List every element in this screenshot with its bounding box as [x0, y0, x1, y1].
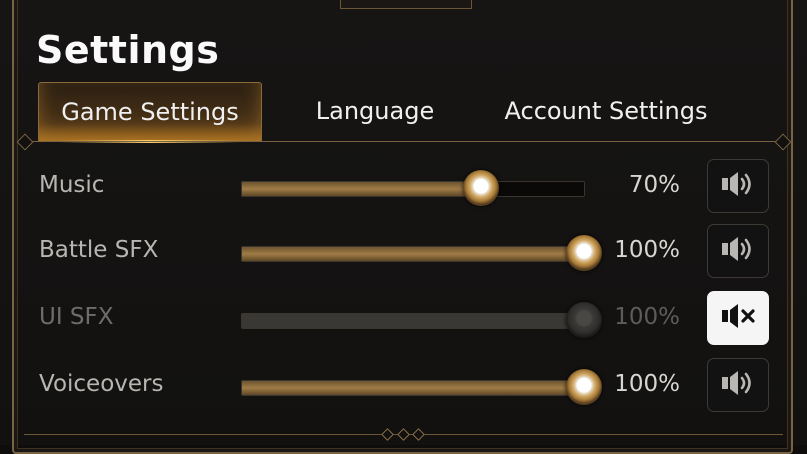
- speaker-icon: [720, 169, 756, 203]
- speaker-icon: [720, 234, 756, 268]
- tab-divider: [24, 141, 783, 142]
- slider-fill: [242, 381, 584, 395]
- slider-fill: [242, 247, 584, 261]
- slider-fill: [242, 182, 482, 196]
- tab-game-settings[interactable]: Game Settings: [38, 82, 262, 143]
- setting-value: 100%: [614, 371, 680, 397]
- speaker-muted-icon: [720, 301, 756, 335]
- page-title: Settings: [36, 28, 220, 72]
- setting-value: 70%: [628, 172, 680, 198]
- voiceovers-mute-button[interactable]: [707, 358, 769, 412]
- setting-label: Battle SFX: [39, 237, 159, 263]
- settings-panel: Settings Game Settings Language Account …: [0, 0, 807, 454]
- slider-knob[interactable]: [463, 170, 500, 206]
- tab-account-settings[interactable]: Account Settings: [490, 82, 722, 140]
- music-mute-button[interactable]: [707, 159, 769, 213]
- battle-sfx-mute-button[interactable]: [707, 224, 769, 278]
- setting-label: Voiceovers: [39, 371, 164, 397]
- slider-fill: [242, 314, 584, 328]
- setting-value: 100%: [614, 237, 680, 263]
- setting-row-battle-sfx: Battle SFX 100%: [24, 223, 784, 283]
- tab-language[interactable]: Language: [300, 82, 450, 140]
- frame-notch: [340, 0, 472, 9]
- setting-row-ui-sfx: UI SFX 100%: [24, 290, 784, 350]
- bottom-ornament: [381, 427, 425, 441]
- ui-sfx-slider[interactable]: [241, 302, 602, 338]
- setting-label: Music: [39, 172, 105, 198]
- ui-sfx-mute-button[interactable]: [707, 291, 769, 345]
- speaker-icon: [720, 368, 756, 402]
- setting-row-voiceovers: Voiceovers 100%: [24, 357, 784, 417]
- music-slider[interactable]: [241, 170, 585, 206]
- voiceovers-slider[interactable]: [241, 369, 602, 405]
- setting-row-music: Music 70%: [24, 158, 784, 218]
- setting-value: 100%: [614, 304, 680, 330]
- setting-label: UI SFX: [39, 304, 114, 330]
- battle-sfx-slider[interactable]: [241, 235, 602, 271]
